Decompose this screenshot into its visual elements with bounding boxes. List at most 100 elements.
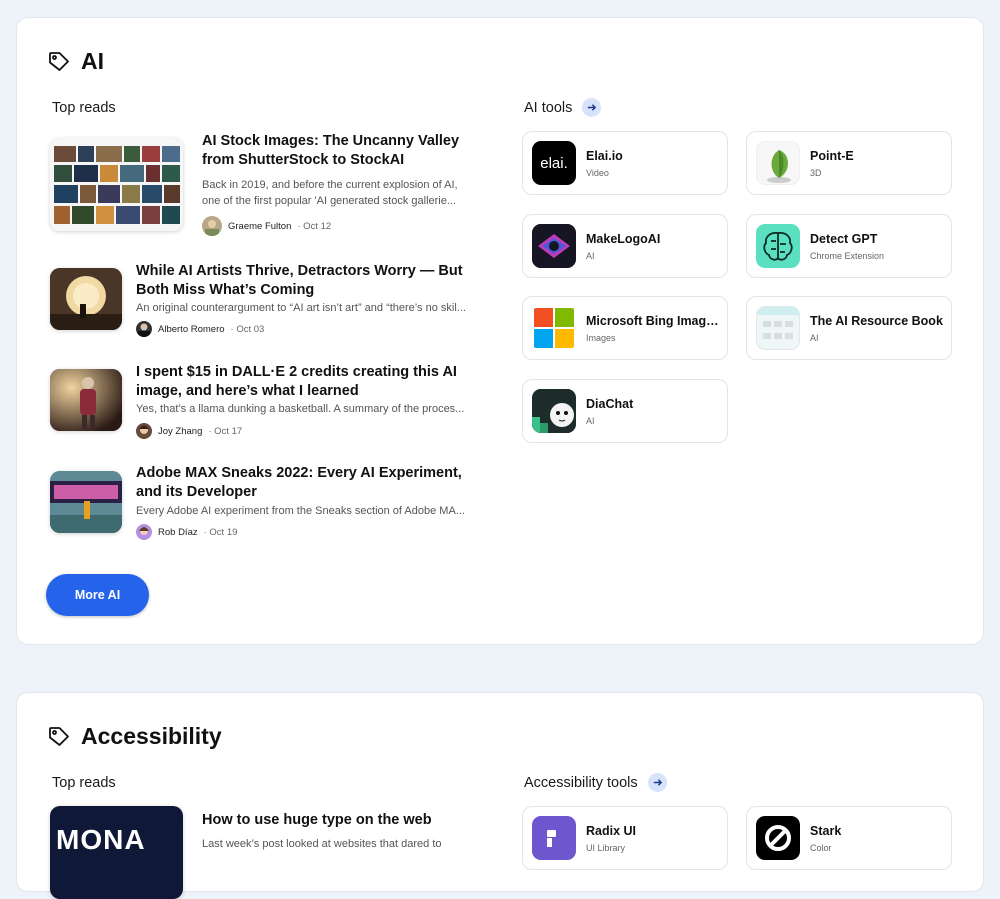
article-title-line: I spent $15 in DALL·E 2 credits creating… (136, 364, 457, 380)
elai-logo: elai. (532, 141, 576, 185)
tool-category: Video (586, 168, 609, 178)
tool-category: UI Library (586, 843, 626, 853)
excerpt-line: one of the first popular 'AI generated s… (202, 194, 457, 207)
ai-tools-heading: AI tools (524, 98, 602, 117)
elai-logo-text: elai. (540, 154, 568, 172)
accessibility-section: Accessibility Top reads Accessibility to… (16, 692, 984, 899)
article-thumbnail[interactable] (50, 138, 183, 231)
ai-section: AI Top reads AI tools AI Stock Images: T… (16, 17, 984, 645)
article-date: · Oct 03 (230, 323, 265, 335)
radix-ui-logo (532, 816, 576, 860)
more-ai-button[interactable]: More AI (46, 574, 149, 616)
article-meta: Alberto Romero · Oct 03 (136, 321, 264, 337)
article-thumbnail[interactable] (50, 268, 122, 330)
tool-card-radix-ui[interactable]: Radix UI UI Library (522, 806, 728, 870)
article-title[interactable]: How to use huge type on the web (202, 811, 472, 830)
excerpt-line: Back in 2019, and before the current exp… (202, 179, 458, 191)
tool-category: AI (586, 416, 595, 426)
tool-category: 3D (810, 168, 822, 178)
tool-name: MakeLogoAI (586, 232, 661, 246)
tool-category: AI (586, 251, 595, 261)
tool-card-ai-resource-book[interactable]: The AI Resource Book AI (746, 296, 952, 360)
article-excerpt: An original counterargument to “AI art i… (136, 302, 466, 314)
brain-icon (756, 224, 800, 268)
tool-card-bing-image-creator[interactable]: Microsoft Bing Image Creator Images (522, 296, 728, 360)
tool-card-detect-gpt[interactable]: Detect GPT Chrome Extension (746, 214, 952, 278)
tool-category: Images (586, 333, 616, 343)
article-meta: Rob Díaz · Oct 19 (136, 524, 237, 540)
avatar (136, 321, 152, 337)
accessibility-section-header: Accessibility (47, 723, 222, 750)
tool-card-makelogoai[interactable]: MakeLogoAI AI (522, 214, 728, 278)
tool-name: Microsoft Bing Image Creator (586, 314, 722, 328)
arrow-right-icon[interactable] (582, 98, 602, 117)
thumbnail-text: MONA (56, 824, 146, 855)
avatar (136, 423, 152, 439)
tool-name: The AI Resource Book (810, 314, 943, 328)
author-name[interactable]: Rob Díaz (158, 527, 198, 538)
makelogoai-logo (532, 224, 576, 268)
tool-name: Stark (810, 824, 842, 838)
article-date: · Oct 17 (208, 425, 243, 437)
section-title: AI (81, 48, 104, 74)
article-title-line: from ShutterStock to StockAI (202, 152, 405, 168)
section-title: Accessibility (81, 723, 222, 749)
article-thumbnail[interactable] (50, 471, 122, 533)
article-title[interactable]: I spent $15 in DALL·E 2 credits creating… (136, 363, 476, 401)
article-excerpt: Yes, that’s a llama dunking a basketball… (136, 403, 465, 415)
ai-artists-illustration (50, 268, 122, 330)
article-meta: Graeme Fulton · Oct 12 (202, 216, 331, 236)
article-excerpt: Back in 2019, and before the current exp… (202, 178, 472, 209)
author-name[interactable]: Alberto Romero (158, 324, 225, 335)
tool-category: Chrome Extension (810, 251, 885, 261)
accessibility-tools-heading: Accessibility tools (524, 773, 667, 792)
tool-card-diachat[interactable]: DiaChat AI (522, 379, 728, 443)
tool-card-point-e[interactable]: Point-E 3D (746, 131, 952, 195)
article-title-line: Adobe MAX Sneaks 2022: Every AI Experime… (136, 465, 462, 481)
accessibility-tools-label: Accessibility tools (524, 774, 638, 791)
tool-category: Color (810, 843, 832, 853)
article-date: · Oct 19 (203, 526, 238, 538)
article-title[interactable]: Adobe MAX Sneaks 2022: Every AI Experime… (136, 464, 476, 502)
tag-icon (49, 51, 69, 71)
article-title-line: and its Developer (136, 484, 257, 500)
article-meta: Joy Zhang · Oct 17 (136, 423, 242, 439)
llama-basketball-illustration (50, 369, 122, 431)
tool-name: DiaChat (586, 397, 634, 411)
point-e-logo (756, 141, 800, 185)
ai-tools-label: AI tools (524, 99, 573, 116)
arrow-right-icon[interactable] (647, 773, 667, 792)
article-title[interactable]: While AI Artists Thrive, Detractors Worr… (136, 262, 476, 300)
tool-card-stark[interactable]: Stark Color (746, 806, 952, 870)
author-name[interactable]: Graeme Fulton (228, 221, 291, 232)
avatar (202, 216, 222, 236)
author-name[interactable]: Joy Zhang (158, 426, 202, 437)
article-thumbnail[interactable]: MONA (50, 806, 183, 899)
diachat-logo (532, 389, 576, 433)
article-excerpt: Every Adobe AI experiment from the Sneak… (136, 505, 465, 517)
tool-name: Radix UI (586, 824, 637, 838)
ai-section-header: AI (47, 48, 104, 75)
tag-icon (49, 726, 69, 746)
article-title-line: image, and here’s what I learned (136, 383, 359, 399)
article-title-line: While AI Artists Thrive, Detractors Worr… (136, 263, 463, 279)
resource-book-logo (756, 306, 800, 350)
top-reads-label: Top reads (52, 775, 116, 791)
article-title-line: Both Miss What’s Coming (136, 282, 315, 298)
article-thumbnail[interactable] (50, 369, 122, 431)
tool-name: Point-E (810, 149, 854, 163)
tool-name: Elai.io (586, 149, 623, 163)
article-title-line: AI Stock Images: The Uncanny Valley (202, 133, 460, 149)
tool-category: AI (810, 333, 819, 343)
avatar (136, 524, 152, 540)
top-reads-label: Top reads (52, 100, 116, 116)
tool-card-elai[interactable]: elai. Elai.io Video (522, 131, 728, 195)
microsoft-logo (532, 306, 576, 350)
article-title[interactable]: AI Stock Images: The Uncanny Valley from… (202, 132, 472, 170)
stock-images-collage (50, 138, 183, 231)
article-date: · Oct 12 (297, 220, 332, 232)
tool-name: Detect GPT (810, 232, 878, 246)
adobe-sneaks-illustration (50, 471, 122, 533)
stark-logo (756, 816, 800, 860)
article-excerpt: Last week’s post looked at websites that… (202, 838, 442, 850)
